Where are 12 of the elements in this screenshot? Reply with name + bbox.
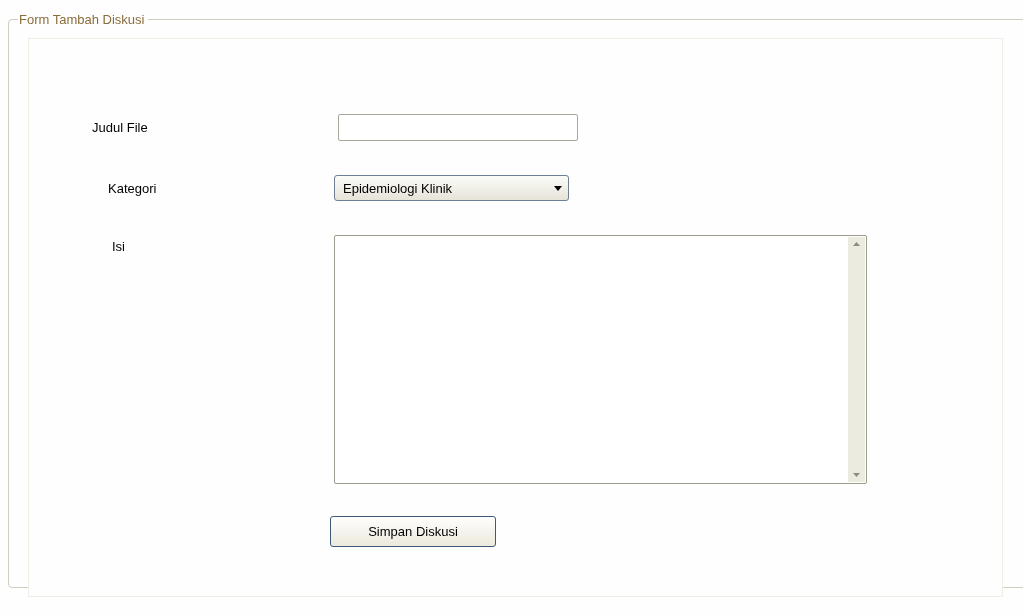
dropdown[interactable]: Epidemiologi Klinik xyxy=(334,175,569,201)
text-area[interactable] xyxy=(334,235,867,484)
text-field[interactable] xyxy=(338,114,578,141)
scroll-down-icon[interactable] xyxy=(853,473,860,477)
field-label: Isi xyxy=(112,239,125,254)
save-button[interactable]: Simpan Diskusi xyxy=(330,516,496,547)
scrollbar[interactable] xyxy=(848,237,865,482)
group-title: Form Tambah Diskusi xyxy=(18,12,146,27)
field-label: Kategori xyxy=(108,180,157,196)
scroll-up-icon[interactable] xyxy=(853,242,860,246)
caret-icon xyxy=(554,185,562,191)
field-label: Judul File xyxy=(92,120,148,135)
